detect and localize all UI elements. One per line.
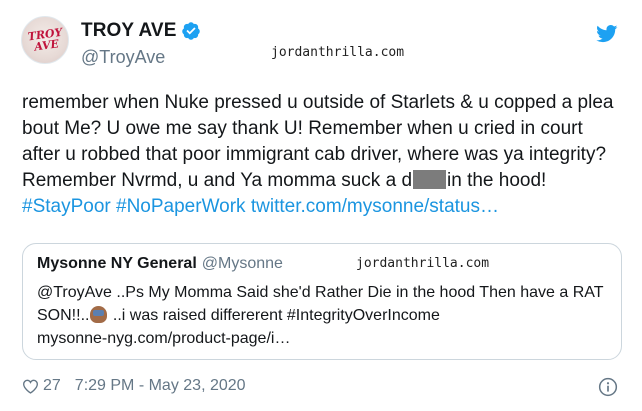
info-icon[interactable] [598, 377, 618, 397]
tweet-footer: 27 7:29 PM - May 23, 2020 [22, 377, 246, 395]
author-display-name[interactable]: TROY AVE [81, 20, 176, 42]
tweet-text: remember when Nuke pressed u outside of … [22, 90, 622, 220]
shrug-emoji [90, 306, 108, 323]
author-name-row: TROY AVE [81, 20, 201, 42]
watermark: jordanthrilla.com [356, 256, 490, 271]
quoted-author-name[interactable]: Mysonne NY General [37, 255, 197, 273]
censor-block [413, 170, 447, 189]
hashtag-link[interactable]: #NoPaperWork [116, 196, 246, 217]
quoted-link[interactable]: mysonne-nyg.com/product-page/i… [37, 330, 290, 347]
quoted-author-row: Mysonne NY General @Mysonne [37, 255, 283, 273]
tweet-timestamp[interactable]: 7:29 PM - May 23, 2020 [75, 377, 246, 395]
heart-icon[interactable] [22, 379, 39, 394]
tweet-text-part: in the hood! [447, 170, 547, 191]
quoted-text-part: ..i was raised differerent #IntegrityOve… [108, 307, 440, 324]
avatar[interactable]: TROY AVE [21, 16, 69, 64]
tweet-text-censored-prefix: d [401, 170, 413, 191]
avatar-logo: TROY AVE [26, 25, 64, 54]
twitter-bird-icon[interactable] [596, 25, 618, 43]
tweet-card: TROY AVE TROY AVE @TroyAve jordanthrilla… [0, 0, 642, 411]
verified-badge-icon [182, 22, 201, 40]
hashtag-link[interactable]: #StayPoor [22, 196, 111, 217]
quoted-author-handle[interactable]: @Mysonne [202, 255, 283, 273]
quoted-tweet-text: @TroyAve ..Ps My Momma Said she'd Rather… [37, 281, 612, 350]
like-count[interactable]: 27 [43, 377, 61, 395]
watermark: jordanthrilla.com [271, 45, 405, 60]
tweet-url-link[interactable]: twitter.com/mysonne/status… [251, 196, 499, 217]
author-handle[interactable]: @TroyAve [81, 47, 165, 68]
quoted-tweet[interactable]: Mysonne NY General @Mysonne @TroyAve ..P… [22, 243, 622, 360]
